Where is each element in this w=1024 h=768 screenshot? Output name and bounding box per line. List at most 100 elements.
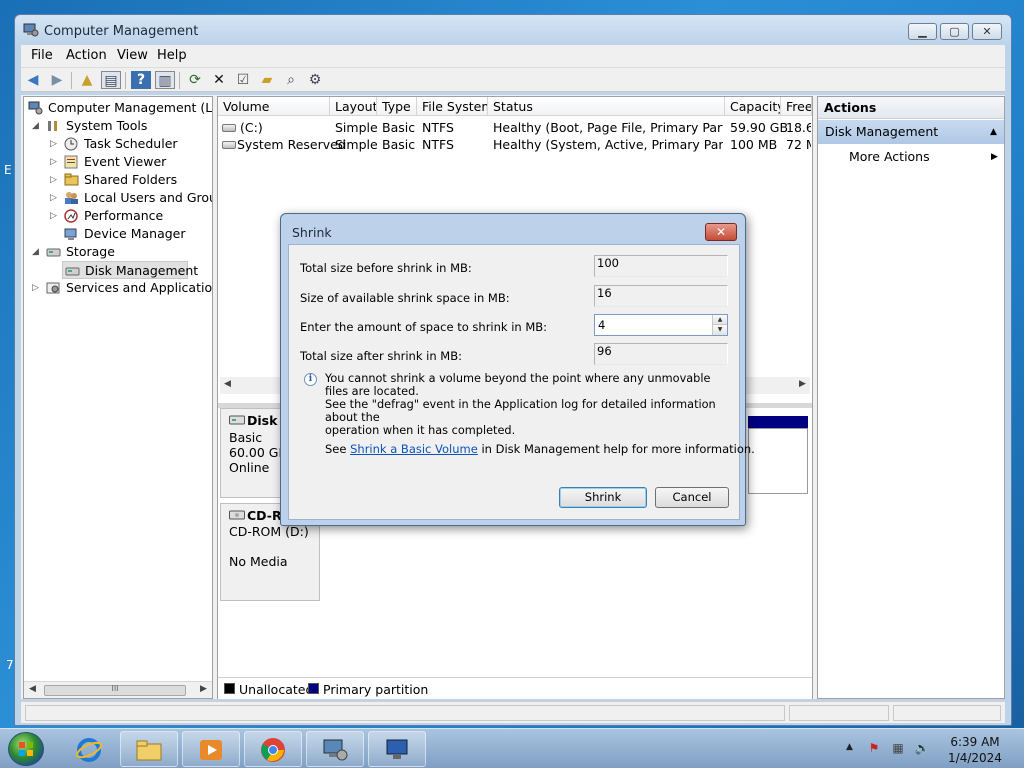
disk-icon (229, 415, 245, 425)
expand-arrow-icon[interactable]: ▷ (50, 135, 57, 153)
start-button[interactable] (8, 732, 44, 766)
collapse-arrow-icon[interactable]: ◢ (32, 243, 39, 261)
refresh-icon[interactable]: ⟳ (185, 71, 205, 89)
minimize-button[interactable]: ▁ (908, 23, 937, 40)
cd-drive-icon (229, 510, 245, 520)
scroll-right-arrow-icon[interactable]: ▶ (799, 379, 806, 389)
settings-icon[interactable]: ⚙ (305, 71, 325, 89)
scrollbar-thumb[interactable]: III (44, 684, 186, 696)
toolbar-separator (71, 72, 72, 89)
delete-icon[interactable]: ✕ (209, 71, 229, 89)
show-hide-tree-icon[interactable]: ▤ (101, 71, 121, 89)
volume-drive-icon (222, 141, 236, 149)
taskbar-internet-explorer[interactable] (60, 731, 118, 767)
menu-file[interactable]: File (31, 48, 53, 63)
taskbar-computer-management[interactable] (306, 731, 364, 767)
open-folder-icon[interactable]: ▰ (257, 71, 277, 89)
cell-status: Healthy (Boot, Page File, Primary Partit… (493, 120, 723, 135)
toolbar: ◀ ▶ ▲ ▤ ? ▥ ⟳ ✕ ☑ ▰ ⌕ ⚙ (21, 67, 1005, 92)
scroll-grip: III (111, 684, 119, 693)
info-line: See the "defrag" event in the Applicatio… (325, 398, 716, 424)
taskbar-media-player[interactable] (182, 731, 240, 767)
system-clock[interactable]: 6:39 AM 1/4/2024 (940, 734, 1010, 766)
taskbar: ▲ ⚑ ▦ 🔈 6:39 AM 1/4/2024 (0, 728, 1024, 768)
menu-bar: File Action View Help (21, 45, 1005, 67)
menu-action[interactable]: Action (66, 48, 107, 63)
tree-horizontal-scrollbar[interactable]: ◀ III ▶ (24, 681, 212, 698)
status-segment (25, 705, 785, 721)
action-center-icon[interactable]: ⚑ (866, 741, 882, 757)
column-header-free[interactable]: Free (781, 97, 812, 116)
close-icon: ✕ (982, 25, 992, 38)
tree-label: Task Scheduler (84, 136, 178, 151)
dialog-body: Total size before shrink in MB: 100 Size… (288, 244, 755, 520)
info-message: You cannot shrink a volume beyond the po… (325, 372, 735, 437)
forward-arrow-icon[interactable]: ▶ (47, 71, 67, 89)
storage-icon (46, 248, 61, 257)
taskbar-chrome[interactable] (244, 731, 302, 767)
media-player-icon (200, 740, 222, 760)
shrink-amount-stepper[interactable]: 4 ▲ ▼ (594, 314, 728, 336)
expand-arrow-icon[interactable]: ▷ (50, 207, 57, 225)
menu-help[interactable]: Help (157, 48, 187, 63)
column-header-capacity[interactable]: Capacity (725, 97, 781, 116)
shrink-amount-label: Enter the amount of space to shrink in M… (300, 320, 548, 334)
unallocated-swatch (224, 683, 235, 694)
dialog-close-button[interactable]: ✕ (705, 223, 737, 241)
search-icon[interactable]: ⌕ (281, 71, 301, 89)
scroll-left-arrow-icon[interactable]: ◀ (224, 379, 231, 389)
close-button[interactable]: ✕ (972, 23, 1002, 40)
legend-unallocated: Unallocated (239, 682, 314, 697)
back-arrow-icon[interactable]: ◀ (23, 71, 43, 89)
expand-arrow-icon[interactable]: ▷ (50, 189, 57, 207)
partition-block[interactable] (748, 428, 808, 494)
show-hidden-icons-icon[interactable]: ▲ (846, 742, 853, 752)
actions-header: Actions (818, 97, 1004, 119)
tree-item-disk-management[interactable]: Disk Management (62, 261, 198, 279)
cancel-button[interactable]: Cancel (655, 487, 729, 508)
shrink-button[interactable]: Shrink (559, 487, 647, 508)
spin-up-icon[interactable]: ▲ (713, 315, 727, 325)
column-header-file-system[interactable]: File System (417, 97, 488, 116)
maximize-button[interactable]: ▢ (940, 23, 969, 40)
taskbar-remote-desktop[interactable] (368, 731, 426, 767)
navigation-tree: Computer Management (Local ◢ System Tool… (23, 96, 213, 699)
disk-management-icon (65, 267, 80, 276)
properties-icon[interactable]: ☑ (233, 71, 253, 89)
taskbar-file-explorer[interactable] (120, 731, 178, 767)
actions-section-disk-management[interactable]: Disk Management ▲ (818, 120, 1004, 144)
cd-rom-drive: CD-ROM (D:) (229, 524, 309, 539)
help-icon[interactable]: ? (131, 71, 151, 89)
cell-file-system: NTFS (422, 137, 454, 152)
total-after-label: Total size after shrink in MB: (300, 349, 462, 363)
collapse-arrow-icon[interactable]: ◢ (32, 117, 39, 135)
clock-time: 6:39 AM (950, 735, 1000, 749)
spin-down-icon[interactable]: ▼ (713, 325, 727, 335)
tree-label: Storage (66, 244, 115, 259)
cell-free: 18.62 (786, 120, 811, 135)
expand-arrow-icon[interactable]: ▷ (50, 171, 57, 189)
expand-arrow-icon[interactable]: ▷ (32, 279, 39, 297)
cell-capacity: 59.90 GB (730, 120, 789, 135)
desktop-text-fragment: 7 (6, 658, 14, 672)
menu-view[interactable]: View (117, 48, 148, 63)
column-header-volume[interactable]: Volume (218, 97, 330, 116)
scroll-left-arrow-icon[interactable]: ◀ (29, 684, 36, 694)
column-header-status[interactable]: Status (488, 97, 725, 116)
tree-label: Computer Management (Local (48, 100, 213, 115)
column-header-layout[interactable]: Layout (330, 97, 377, 116)
network-icon[interactable]: ▦ (890, 741, 906, 757)
show-action-pane-icon[interactable]: ▥ (155, 71, 175, 89)
title-bar[interactable]: Computer Management ▁ ▢ ✕ (15, 15, 1011, 45)
available-space-field: 16 (594, 285, 728, 307)
cell-capacity: 100 MB (730, 137, 778, 152)
expand-arrow-icon[interactable]: ▷ (50, 153, 57, 171)
collapse-up-icon[interactable]: ▲ (990, 120, 997, 144)
up-folder-icon[interactable]: ▲ (77, 71, 97, 89)
scroll-right-arrow-icon[interactable]: ▶ (200, 684, 207, 694)
column-header-type[interactable]: Type (377, 97, 417, 116)
shrink-help-link[interactable]: Shrink a Basic Volume (350, 442, 478, 456)
computer-management-icon (23, 23, 39, 37)
tree-label: Event Viewer (84, 154, 167, 169)
volume-icon[interactable]: 🔈 (914, 741, 930, 757)
